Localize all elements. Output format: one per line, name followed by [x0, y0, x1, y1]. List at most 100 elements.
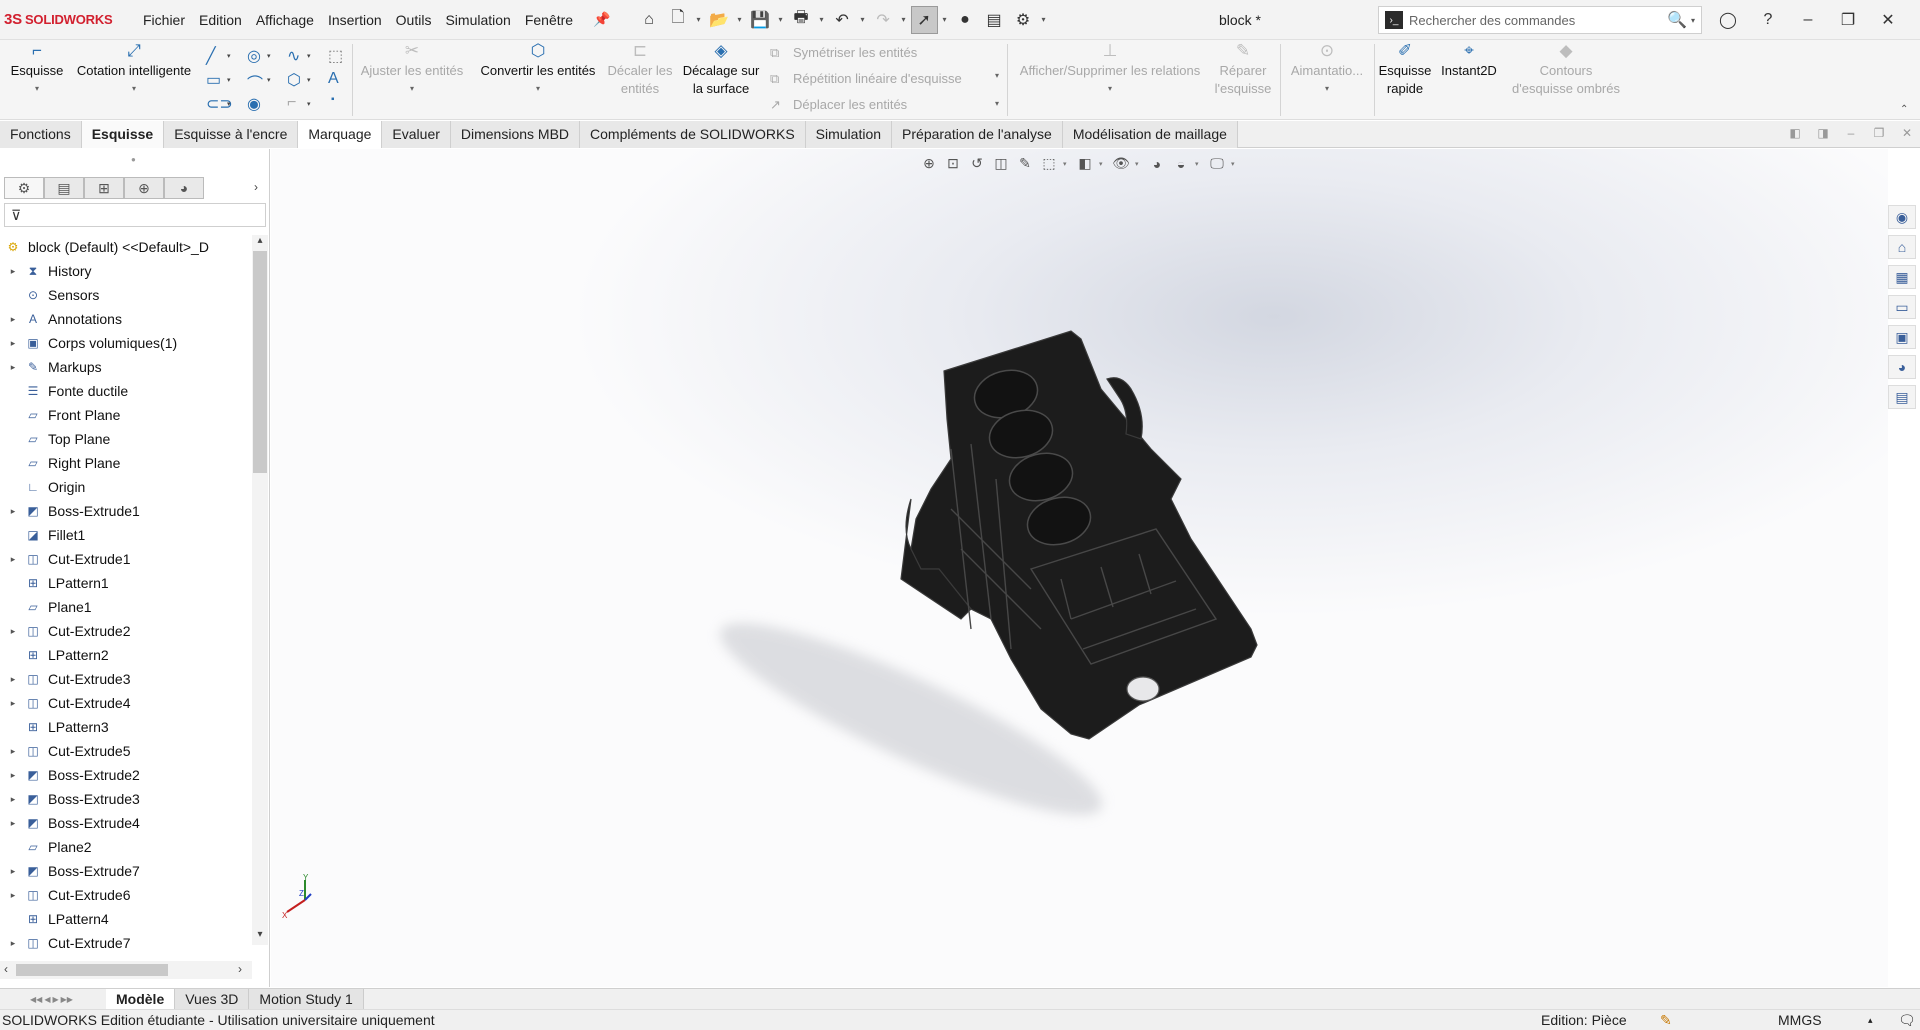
menu-insertion[interactable]: Insertion: [321, 12, 389, 28]
decalage-surface-button[interactable]: ◈ Décalage sur la surface: [680, 42, 762, 98]
point-icon[interactable]: ◉: [247, 94, 261, 114]
doc-close-button[interactable]: ✕: [1896, 126, 1918, 140]
tree-item[interactable]: ▸ ◫ Cut-Extrude6: [0, 883, 250, 907]
tree-vertical-scrollbar[interactable]: ▴ ▾: [252, 235, 268, 945]
select-dropdown-icon[interactable]: ▾: [940, 15, 950, 24]
save-icon[interactable]: 💾: [747, 6, 774, 34]
tile-right-icon[interactable]: ◨: [1812, 126, 1834, 140]
tree-item[interactable]: ▸ A Annotations: [0, 307, 250, 331]
polygon-dropdown-icon[interactable]: ▾: [307, 76, 311, 84]
menu-simulation[interactable]: Simulation: [438, 12, 517, 28]
line-dropdown-icon[interactable]: ▾: [227, 52, 231, 60]
custom-properties-icon[interactable]: ▤: [1888, 385, 1916, 409]
ajuster-button[interactable]: ✂ Ajuster les entités ▾: [356, 42, 468, 98]
expand-arrow-icon[interactable]: ▸: [6, 818, 20, 829]
prev-tab-icon[interactable]: ◀: [44, 995, 50, 1004]
symetriser-button[interactable]: Symétriser les entités: [793, 45, 917, 60]
scroll-thumb[interactable]: [253, 251, 267, 473]
scenes-icon[interactable]: ◕: [1888, 355, 1916, 379]
undo-icon[interactable]: ↶: [829, 6, 856, 34]
tree-item[interactable]: ▸ ◩ Boss-Extrude4: [0, 811, 250, 835]
tab-complements[interactable]: Compléments de SOLIDWORKS: [580, 121, 806, 148]
tree-filter-input[interactable]: ⊽: [4, 203, 266, 227]
new-document-icon[interactable]: 🗋: [665, 6, 692, 34]
scroll-right-icon[interactable]: ›: [238, 962, 242, 976]
close-button[interactable]: ✕: [1868, 10, 1908, 30]
repetition-dropdown-icon[interactable]: ▾: [995, 71, 999, 80]
next-tab-icon[interactable]: ▶: [52, 995, 58, 1004]
tree-item[interactable]: ▸ ◩ Boss-Extrude3: [0, 787, 250, 811]
tree-root[interactable]: ⚙ block (Default) <<Default>_D: [0, 235, 250, 259]
menu-fichier[interactable]: Fichier: [136, 12, 192, 28]
expand-arrow-icon[interactable]: ▸: [6, 674, 20, 685]
options-dropdown-icon[interactable]: ▾: [1039, 15, 1049, 24]
command-search[interactable]: ›_ Rechercher des commandes 🔍 ▾: [1378, 6, 1702, 34]
open-icon[interactable]: 📂: [706, 6, 733, 34]
menu-affichage[interactable]: Affichage: [249, 12, 321, 28]
convertir-dropdown-icon[interactable]: ▾: [474, 80, 602, 98]
tab-simulation[interactable]: Simulation: [805, 121, 893, 148]
save-dropdown-icon[interactable]: ▾: [776, 15, 786, 24]
tree-item[interactable]: ▱ Plane2: [0, 835, 250, 859]
more-tabs-chevron-icon[interactable]: ›: [254, 180, 258, 194]
search-dropdown-icon[interactable]: ▾: [1691, 16, 1695, 25]
first-tab-icon[interactable]: ◀◀: [30, 995, 42, 1004]
expand-arrow-icon[interactable]: ▸: [6, 770, 20, 781]
tab-preparation-analyse[interactable]: Préparation de l'analyse: [892, 121, 1063, 148]
repetition-button[interactable]: Répétition linéaire d'esquisse: [793, 71, 962, 86]
tree-item[interactable]: ▸ ◩ Boss-Extrude1: [0, 499, 250, 523]
esquisse-rapide-button[interactable]: ✐ Esquisse rapide: [1378, 42, 1432, 98]
panel-grip-icon[interactable]: ●: [131, 155, 136, 164]
redo-dropdown-icon[interactable]: ▾: [899, 15, 909, 24]
redo-icon[interactable]: ↷: [870, 6, 897, 34]
tab-motion-study[interactable]: Motion Study 1: [249, 988, 364, 1010]
last-tab-icon[interactable]: ▶▶: [61, 995, 73, 1004]
line-icon[interactable]: ╱: [206, 46, 216, 66]
convertir-button[interactable]: ⬡ Convertir les entités ▾: [474, 42, 602, 98]
relations-dropdown-icon[interactable]: ▾: [1012, 80, 1208, 98]
contours-ombres-button[interactable]: ◆ Contours d'esquisse ombrés: [1506, 42, 1626, 98]
slot-dropdown-icon[interactable]: ▾: [227, 100, 231, 108]
expand-arrow-icon[interactable]: ▸: [6, 866, 20, 877]
expand-arrow-icon[interactable]: ▸: [6, 266, 20, 277]
tree-item[interactable]: ▸ ◫ Cut-Extrude3: [0, 667, 250, 691]
feature-manager-tab-icon[interactable]: ⚙: [4, 177, 44, 199]
tree-item[interactable]: ∟ Origin: [0, 475, 250, 499]
tree-item[interactable]: ▸ ▣ Corps volumiques(1): [0, 331, 250, 355]
aimantation-button[interactable]: ⊙ Aimantatio... ▾: [1284, 42, 1370, 98]
relations-button[interactable]: ⊥ Afficher/Supprimer les relations ▾: [1012, 42, 1208, 98]
decaler-button[interactable]: ⊏ Décaler les entités: [604, 42, 676, 98]
new-dropdown-icon[interactable]: ▾: [694, 15, 704, 24]
doc-minimize-button[interactable]: –: [1840, 126, 1862, 140]
cotation-dropdown-icon[interactable]: ▾: [70, 80, 198, 98]
tree-item[interactable]: ▸ ◩ Boss-Extrude2: [0, 763, 250, 787]
tree-item[interactable]: ▱ Top Plane: [0, 427, 250, 451]
print-dropdown-icon[interactable]: ▾: [817, 15, 827, 24]
cotation-button[interactable]: ⤢ Cotation intelligente ▾: [70, 42, 198, 98]
tree-item[interactable]: ▱ Right Plane: [0, 451, 250, 475]
graphics-area[interactable]: ⊕ ⊡ ↺ ◫ ✎ ⬚ ▾ ◧ ▾ 👁 ▾ ◕ ◒ ▾ 🖵 ▾ Y X Z: [271, 149, 1888, 987]
search-icon[interactable]: 🔍: [1667, 10, 1687, 30]
expand-arrow-icon[interactable]: ▸: [6, 554, 20, 565]
restore-button[interactable]: ❐: [1828, 10, 1868, 30]
expand-arrow-icon[interactable]: ▸: [6, 506, 20, 517]
spline-dropdown-icon[interactable]: ▾: [307, 52, 311, 60]
print-icon[interactable]: 🖶: [788, 6, 815, 34]
tree-item[interactable]: ⊞ LPattern3: [0, 715, 250, 739]
home-icon[interactable]: ⌂: [636, 6, 663, 34]
tab-fonctions[interactable]: Fonctions: [0, 121, 82, 148]
scroll-down-icon[interactable]: ▾: [252, 929, 268, 940]
tab-vues-3d[interactable]: Vues 3D: [175, 988, 250, 1010]
fillet-dropdown-icon[interactable]: ▾: [307, 100, 311, 108]
tree-item[interactable]: ▸ ◫ Cut-Extrude4: [0, 691, 250, 715]
tree-item[interactable]: ⊞ LPattern4: [0, 907, 250, 931]
menu-fenetre[interactable]: Fenêtre: [518, 12, 580, 28]
units-dropdown-icon[interactable]: ▴: [1868, 1015, 1873, 1026]
scroll-up-icon[interactable]: ▴: [252, 235, 268, 246]
tree-item[interactable]: ◪ Fillet1: [0, 523, 250, 547]
tab-modele[interactable]: Modèle: [106, 988, 176, 1010]
select-pointer-icon[interactable]: ➚: [910, 5, 938, 34]
tree-item[interactable]: ▸ ◩ Boss-Extrude7: [0, 859, 250, 883]
account-icon[interactable]: ◯: [1708, 10, 1748, 30]
instant2d-button[interactable]: ⌖ Instant2D: [1436, 42, 1502, 80]
